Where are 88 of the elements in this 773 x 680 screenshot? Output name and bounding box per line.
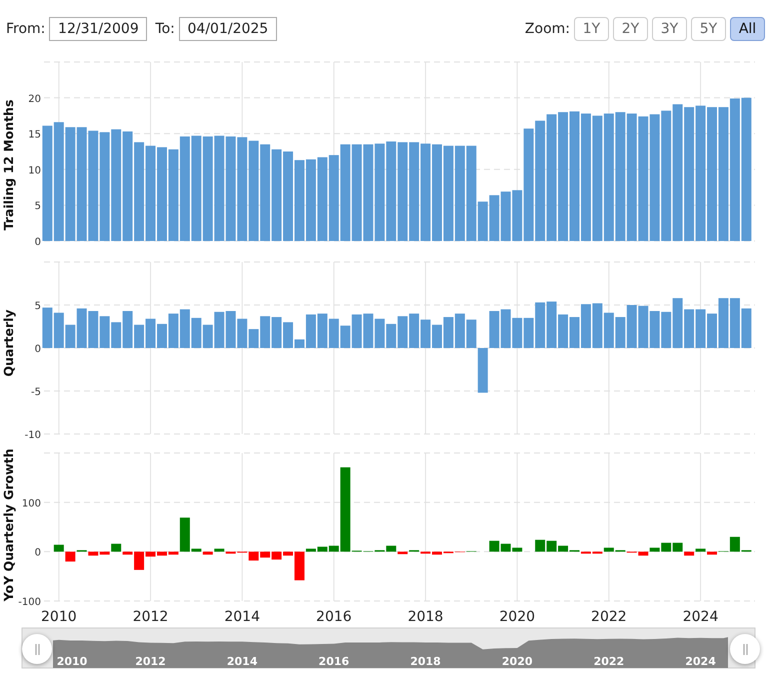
bar (272, 317, 282, 348)
grip-icon (34, 644, 40, 654)
zoom-button[interactable]: 2Y (613, 17, 648, 41)
axis-label: -100 (18, 597, 41, 608)
axis-label: 2010 (41, 609, 77, 625)
bar (615, 317, 626, 348)
axis-label: 20 (28, 94, 41, 105)
bar (558, 314, 568, 348)
axis-title: Trailing 12 Months (1, 100, 16, 230)
navigator-label: 2022 (594, 655, 624, 668)
bar (443, 317, 454, 348)
bar (386, 324, 396, 348)
bar (454, 314, 465, 348)
from-date-field[interactable]: 12/31/2009 (49, 17, 148, 41)
bar (696, 309, 706, 348)
bar (317, 314, 328, 348)
bar (592, 303, 602, 348)
navigator-label: 2016 (318, 655, 350, 668)
zoom-button[interactable]: 3Y (652, 17, 687, 41)
bar (168, 314, 178, 348)
axis-label: 2016 (316, 609, 352, 625)
axis-label: -10 (24, 430, 41, 440)
axis-label: 2022 (591, 609, 627, 625)
bar (546, 302, 557, 348)
axis-label: 10 (28, 165, 41, 176)
navigator-label: 2010 (56, 655, 88, 668)
axis-label: 0 (34, 344, 41, 355)
axis-label: 2018 (408, 609, 444, 625)
bar (580, 304, 591, 348)
field-label: To: (155, 21, 175, 37)
axis-title: YoY Quarterly Growth (1, 448, 16, 602)
axis-label: 0 (34, 237, 41, 245)
bar (398, 316, 408, 348)
axis-label: 2024 (682, 609, 718, 625)
bar (156, 324, 167, 348)
bar (100, 316, 110, 348)
bar (420, 320, 431, 348)
zoom-button[interactable]: 5Y (691, 17, 726, 41)
bar (500, 192, 511, 241)
bar (432, 324, 442, 348)
axis-label: 100 (22, 498, 41, 510)
navigator-label: 2012 (135, 655, 166, 668)
bar (489, 195, 500, 241)
bar (88, 311, 98, 348)
axis-label: 0 (34, 548, 41, 559)
to-date-field[interactable]: 04/01/2025 (178, 17, 277, 41)
bar (409, 314, 420, 348)
bar (684, 309, 694, 348)
axis-title: Quarterly (1, 309, 16, 377)
bar (111, 322, 122, 348)
bar (328, 318, 339, 348)
bar (512, 318, 522, 348)
bar (661, 312, 672, 348)
navigator-label: 2018 (410, 655, 441, 668)
bar (741, 308, 752, 348)
axis-label: 15 (28, 130, 41, 141)
grip-icon (742, 644, 748, 654)
bar (489, 540, 500, 552)
bar (363, 314, 374, 348)
axis-label: 2014 (224, 609, 260, 625)
bar (500, 309, 511, 348)
bar (191, 318, 202, 348)
zoom-button[interactable]: All (730, 17, 765, 41)
axis-label: 2020 (499, 609, 536, 625)
axis-label: 5 (34, 201, 41, 212)
zoom-button[interactable]: 1Y (574, 17, 609, 41)
bar (650, 311, 660, 348)
navigator-label: 2014 (226, 655, 258, 668)
field-label: From: (6, 21, 46, 37)
bar (535, 540, 546, 552)
axis-label: 2012 (132, 609, 168, 625)
axis-label: -5 (31, 387, 41, 398)
navigator-label: 2024 (685, 655, 716, 668)
bar (146, 318, 156, 348)
bar (180, 309, 190, 348)
navigator-label: 2020 (502, 655, 533, 668)
bar (638, 306, 648, 348)
bar (672, 298, 683, 348)
bar (489, 311, 500, 348)
bar (626, 305, 637, 348)
zoom-label: Zoom: (524, 21, 570, 37)
bar (42, 308, 52, 348)
bar (374, 318, 385, 348)
bar (226, 311, 236, 348)
bar (730, 298, 740, 348)
bar (570, 317, 580, 348)
axis-label: 5 (34, 301, 41, 312)
bar (604, 312, 614, 348)
